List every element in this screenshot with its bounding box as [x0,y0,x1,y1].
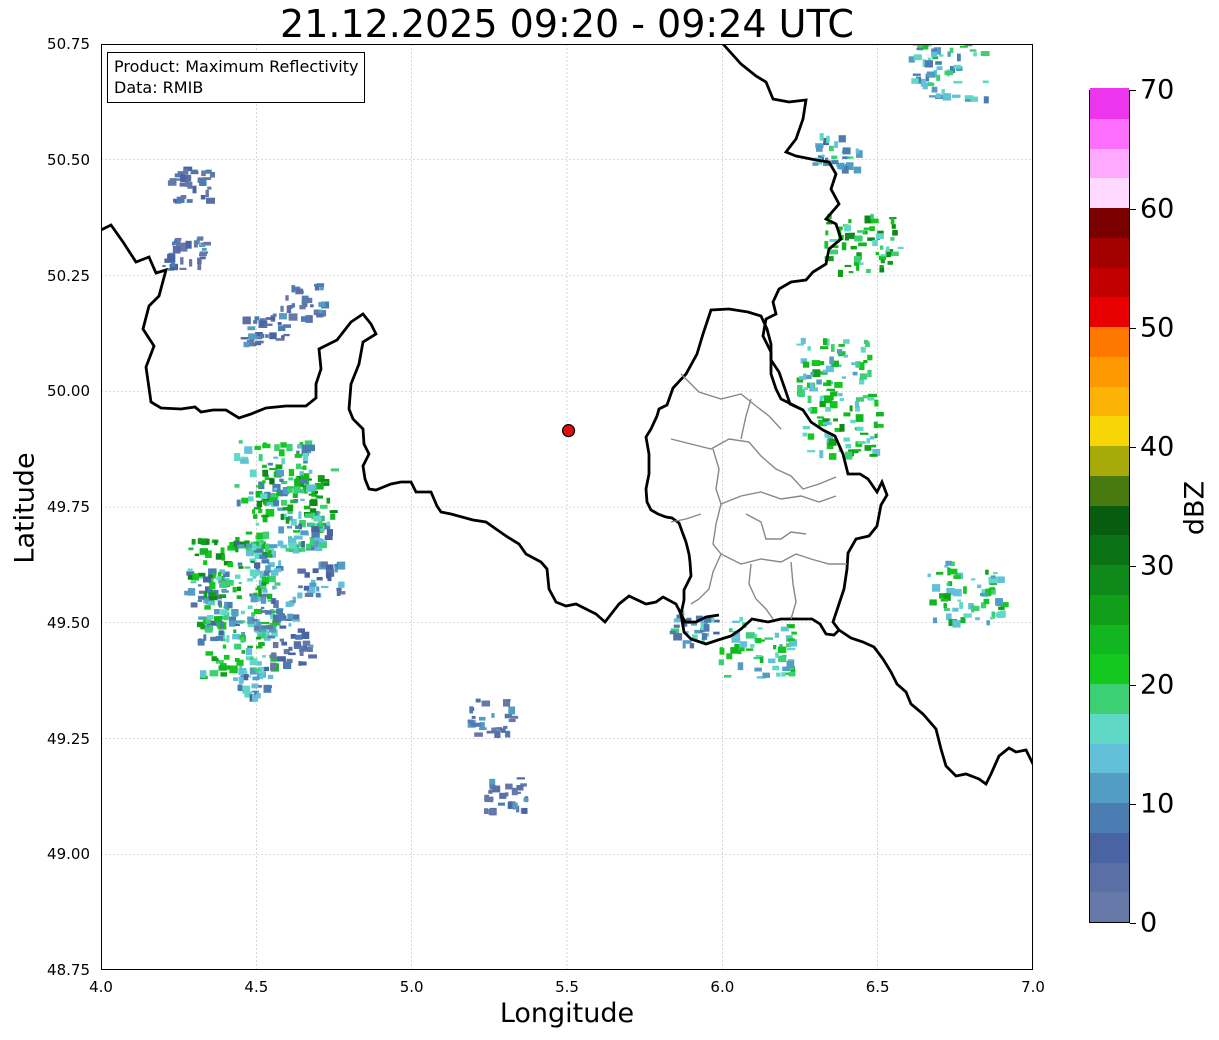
reflectivity-cell [162,236,211,271]
border-luxembourg [644,307,889,646]
colorbar-segment [1090,742,1129,774]
colorbar-segment [1090,356,1129,387]
colorbar-segment [1090,177,1129,208]
reflectivity-cell [802,393,884,460]
y-tick-label: 50.50 [47,150,90,169]
y-axis-label: Latitude [9,452,41,564]
colorbar-tick-label: 70 [1140,74,1175,106]
colorbar-segment [1090,207,1129,238]
colorbar-segment [1090,683,1129,714]
colorbar-tick-mark [1130,685,1136,686]
colorbar-segment [1090,534,1129,565]
colorbar-tick-mark [1130,804,1136,805]
colorbar-segment [1090,713,1129,744]
colorbar-segment [1090,385,1129,417]
y-tick-label: 49.25 [47,729,90,748]
y-tick-label: 49.50 [47,613,90,632]
colorbar-tick-mark [1130,209,1136,210]
colorbar-label: dBZ [1179,480,1211,536]
reflectivity-cell [718,616,798,679]
x-tick-label: 5.0 [399,978,424,996]
x-tick-label: 4.0 [89,978,113,996]
reflectivity-cell [796,337,878,404]
y-tick-label: 50.75 [47,35,90,53]
colorbar [1089,88,1130,923]
reflectivity-cell [297,561,346,599]
reflectivity-cell [167,166,215,204]
border-germany-south [838,628,1033,787]
x-tick-label: 6.5 [865,978,890,996]
colorbar-segment [1090,653,1129,684]
radar-site-layer [561,424,576,438]
radar-site-marker [561,424,576,438]
x-tick-label: 6.0 [710,978,735,996]
colorbar-tick-mark [1130,566,1136,567]
colorbar-segment [1090,237,1129,268]
colorbar-tick-label: 0 [1140,907,1158,939]
colorbar-segment [1090,861,1129,893]
colorbar-tick-mark [1130,447,1136,448]
chart-title: 21.12.2025 09:20 - 09:24 UTC [280,2,854,46]
x-tick-label: 7.0 [1021,978,1045,996]
colorbar-tick-label: 30 [1140,550,1175,582]
reflectivity-cell [927,560,1009,628]
reflectivity-cell [812,133,863,174]
border-belgium-france [101,223,720,625]
colorbar-segment [1090,445,1129,476]
grid-lines [101,44,1033,970]
colorbar-segment [1090,147,1129,179]
y-tick-label: 48.75 [47,961,90,979]
colorbar-tick-mark [1130,923,1136,924]
x-axis-label: Longitude [499,998,635,1029]
x-tick-label: 5.5 [555,978,579,996]
colorbar-segment [1090,88,1129,119]
colorbar-tick-label: 60 [1140,193,1175,225]
info-box: Product: Maximum Reflectivity Data: RMIB [107,52,366,103]
colorbar-tick-mark [1130,90,1136,91]
colorbar-segment [1090,475,1129,506]
radar-map [101,44,1033,970]
colorbar-segment [1090,266,1129,298]
colorbar-segment [1090,326,1129,357]
colorbar-tick-label: 50 [1140,312,1175,344]
colorbar-segment [1090,772,1129,803]
reflectivity-cell [233,661,272,702]
y-tick-label: 50.00 [47,382,90,401]
y-tick-label: 49.75 [47,498,90,516]
info-data-source: Data: RMIB [114,78,204,97]
colorbar-segment [1090,891,1129,922]
reflectivity-cell [908,44,990,104]
colorbar-segment [1090,564,1129,595]
colorbar-tick-label: 20 [1140,669,1175,701]
border-germany [721,44,843,412]
colorbar-segment [1090,623,1129,655]
map-plot-area[interactable] [101,44,1033,970]
colorbar-segment [1090,118,1129,149]
y-tick-label: 49.00 [47,845,90,864]
colorbar-segment [1090,415,1129,446]
colorbar-segment [1090,594,1129,625]
info-product: Product: Maximum Reflectivity [114,57,359,76]
colorbar-segment [1090,296,1129,327]
x-tick-label: 4.5 [244,978,269,996]
reflectivity-cell [467,698,519,738]
colorbar-tick-label: 10 [1140,788,1175,820]
reflectivity-cell [484,777,529,816]
reflectivity-cell [279,283,330,323]
colorbar-segment [1090,832,1129,863]
y-tick-label: 50.25 [47,266,90,285]
colorbar-segment [1090,504,1129,536]
colorbar-tick-mark [1130,328,1136,329]
canton-borders [670,373,847,620]
colorbar-segment [1090,802,1129,833]
colorbar-tick-label: 40 [1140,431,1175,463]
